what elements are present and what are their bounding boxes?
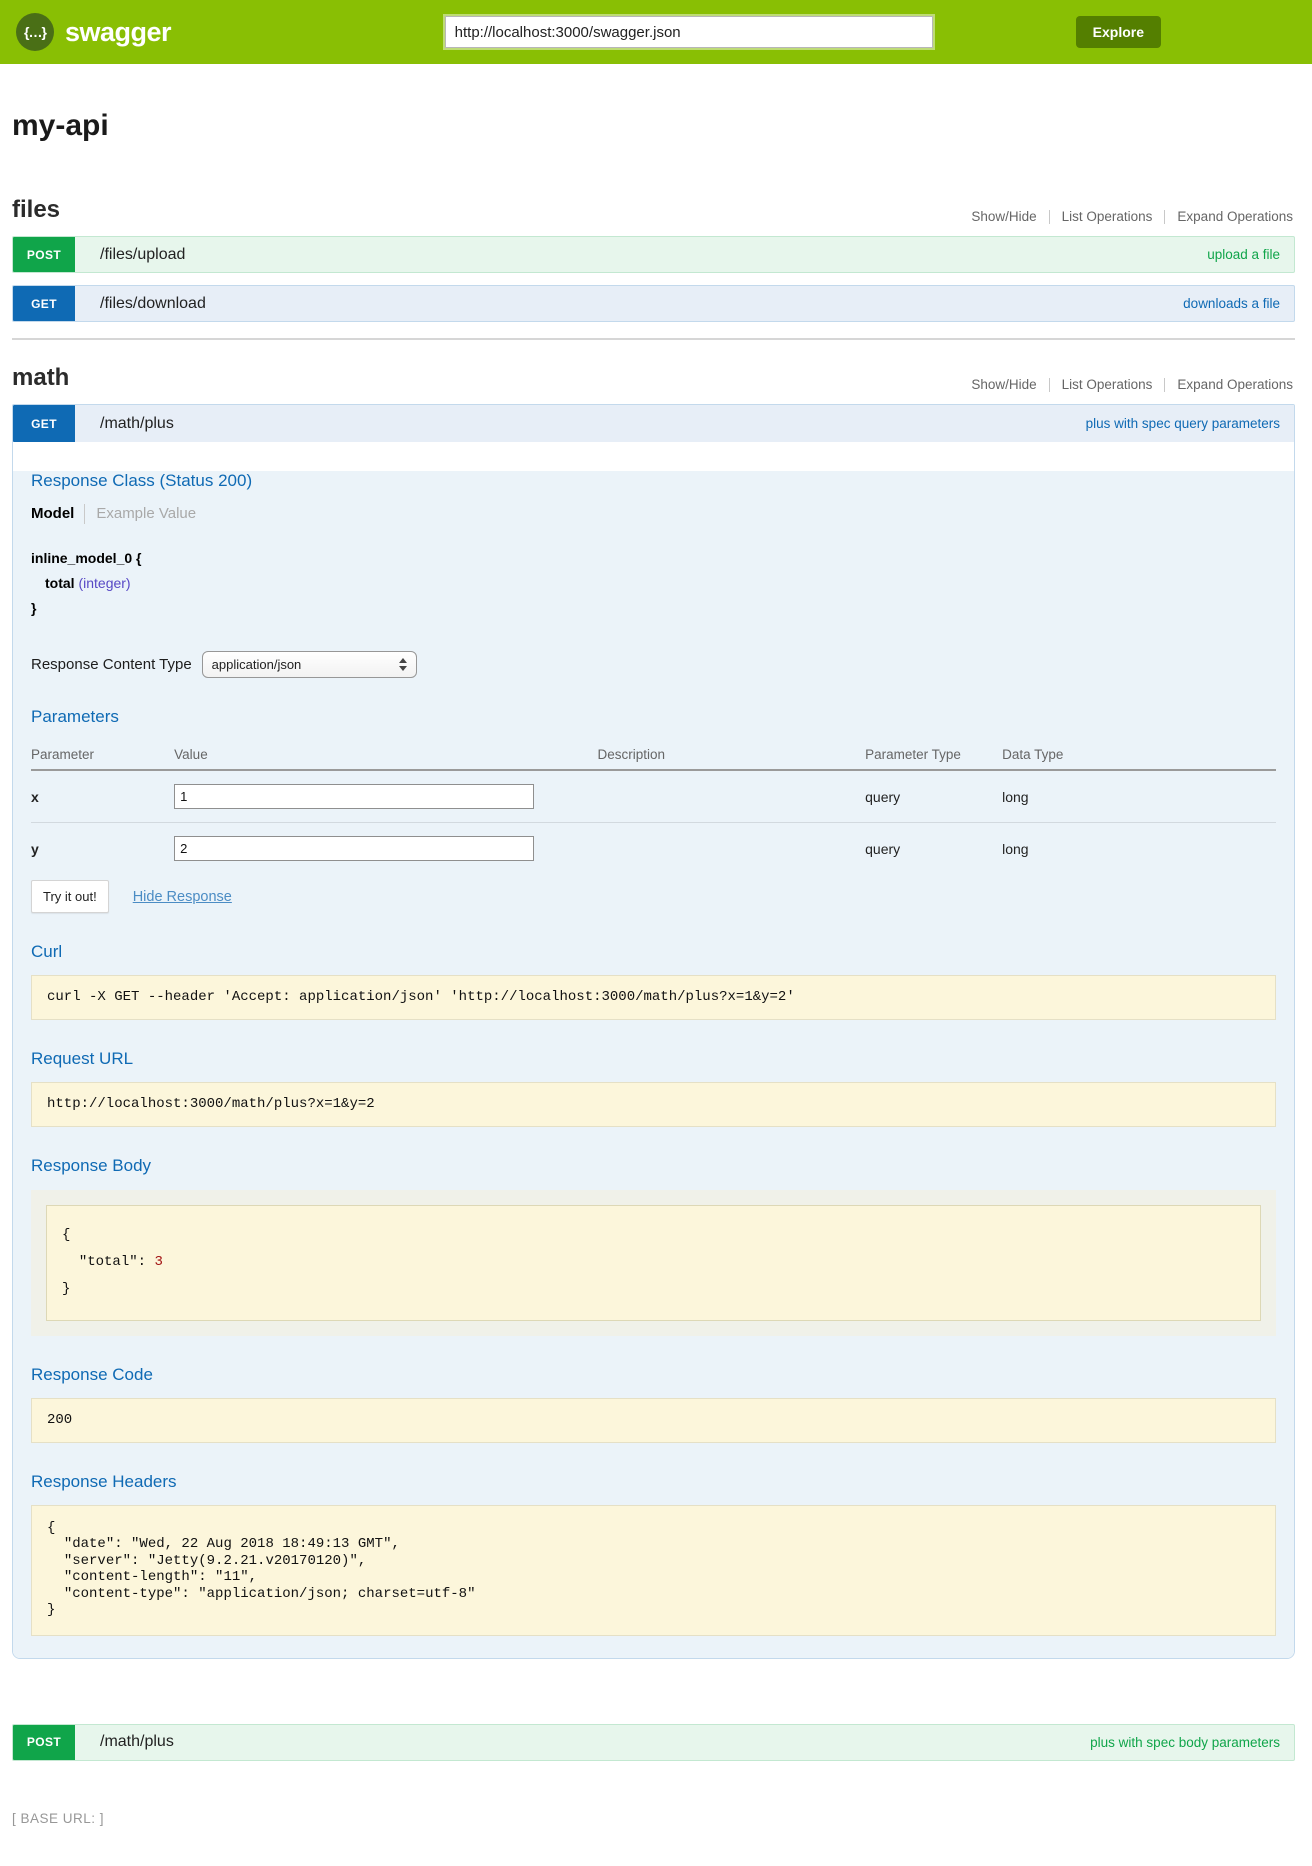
column-header-value: Value: [174, 739, 597, 770]
model-property-type: (integer): [78, 575, 130, 591]
column-header-parameter-type: Parameter Type: [865, 739, 1002, 770]
swagger-logo-icon: {…}: [16, 13, 54, 51]
request-url-value: http://localhost:3000/math/plus?x=1&y=2: [31, 1082, 1276, 1127]
operation-row-get-math-plus[interactable]: GET /math/plus plus with spec query para…: [13, 405, 1294, 442]
tab-model[interactable]: Model: [31, 504, 84, 524]
spec-url-input[interactable]: [445, 16, 933, 48]
parameter-data-type: long: [1002, 823, 1276, 875]
response-content-type-row: Response Content Type application/json: [31, 651, 1276, 678]
page-title: my-api: [12, 109, 1295, 143]
operation-summary-link[interactable]: downloads a file: [1169, 286, 1294, 321]
method-badge-get: GET: [13, 286, 75, 321]
selected-content-type: application/json: [212, 657, 399, 672]
operation-detail-panel: Response Class (Status 200) Model Exampl…: [13, 471, 1294, 1658]
response-class-heading: Response Class (Status 200): [31, 471, 1276, 491]
response-code-heading: Response Code: [31, 1365, 1276, 1385]
try-it-out-button[interactable]: Try it out!: [31, 880, 109, 913]
parameter-row-y: y query long: [31, 823, 1276, 875]
parameters-table: Parameter Value Description Parameter Ty…: [31, 739, 1276, 874]
json-number-value: 3: [154, 1254, 162, 1270]
parameter-name: x: [31, 770, 174, 823]
tab-example-value[interactable]: Example Value: [84, 504, 196, 524]
hide-response-link[interactable]: Hide Response: [133, 889, 232, 905]
section-divider: [12, 338, 1295, 340]
operation-path-link[interactable]: /files/upload: [75, 237, 1193, 272]
column-header-data-type: Data Type: [1002, 739, 1276, 770]
curl-heading: Curl: [31, 942, 1276, 962]
response-body-heading: Response Body: [31, 1156, 1276, 1176]
operation-path-link[interactable]: /files/download: [75, 286, 1169, 321]
parameter-y-input[interactable]: [174, 836, 534, 861]
model-property-name: total: [45, 575, 75, 591]
response-body-json: { "total": 3 }: [46, 1205, 1261, 1321]
method-badge-post: POST: [13, 237, 75, 272]
operation-path-link[interactable]: /math/plus: [75, 1725, 1076, 1760]
operation-row-post-math-plus[interactable]: POST /math/plus plus with spec body para…: [12, 1724, 1295, 1761]
parameter-type: query: [865, 770, 1002, 823]
parameter-row-x: x query long: [31, 770, 1276, 823]
response-content-type-label: Response Content Type: [31, 656, 192, 673]
operation-summary-link[interactable]: plus with spec query parameters: [1072, 405, 1294, 442]
expand-operations-link[interactable]: Expand Operations: [1164, 210, 1295, 224]
model-tabs: Model Example Value: [31, 504, 1276, 524]
method-badge-get: GET: [13, 405, 75, 442]
model-signature: inline_model_0 { total (integer) }: [31, 549, 1276, 617]
section-math: math Show/Hide List Operations Expand Op…: [12, 364, 1295, 1761]
section-files: files Show/Hide List Operations Expand O…: [12, 196, 1295, 322]
swagger-logo-text: swagger: [65, 17, 171, 48]
show-hide-link[interactable]: Show/Hide: [959, 210, 1048, 224]
base-url-label: [ BASE URL: ]: [12, 1811, 1295, 1826]
response-code-value: 200: [31, 1398, 1276, 1443]
operation-summary-link[interactable]: upload a file: [1193, 237, 1294, 272]
explore-button[interactable]: Explore: [1076, 16, 1161, 48]
curl-command: curl -X GET --header 'Accept: applicatio…: [31, 975, 1276, 1020]
section-math-controls: Show/Hide List Operations Expand Operati…: [959, 378, 1295, 392]
response-headers-json: { "date": "Wed, 22 Aug 2018 18:49:13 GMT…: [31, 1505, 1276, 1636]
header-bar: {…} swagger Explore: [0, 0, 1312, 64]
try-it-out-row: Try it out! Hide Response: [31, 880, 1276, 913]
operation-summary-link[interactable]: plus with spec body parameters: [1076, 1725, 1294, 1760]
operation-row-post-files-upload[interactable]: POST /files/upload upload a file: [12, 236, 1295, 273]
request-url-heading: Request URL: [31, 1049, 1276, 1069]
column-header-description: Description: [597, 739, 865, 770]
response-headers-heading: Response Headers: [31, 1472, 1276, 1492]
parameter-x-input[interactable]: [174, 784, 534, 809]
parameter-data-type: long: [1002, 770, 1276, 823]
method-badge-post: POST: [13, 1725, 75, 1760]
parameters-heading: Parameters: [31, 707, 1276, 727]
expanded-operation-get-math-plus: GET /math/plus plus with spec query para…: [12, 404, 1295, 1659]
list-operations-link[interactable]: List Operations: [1049, 210, 1165, 224]
list-operations-link[interactable]: List Operations: [1049, 378, 1165, 392]
operation-path-link[interactable]: /math/plus: [75, 405, 1072, 442]
parameter-description: [597, 770, 865, 823]
model-property: total (integer): [31, 574, 1276, 592]
section-files-controls: Show/Hide List Operations Expand Operati…: [959, 210, 1295, 224]
expand-operations-link[interactable]: Expand Operations: [1164, 378, 1295, 392]
parameter-name: y: [31, 823, 174, 875]
model-signature-open: inline_model_0 {: [31, 549, 1276, 567]
column-header-parameter: Parameter: [31, 739, 174, 770]
show-hide-link[interactable]: Show/Hide: [959, 378, 1048, 392]
model-signature-close: }: [31, 599, 1276, 617]
section-math-name: math: [12, 364, 69, 392]
parameter-type: query: [865, 823, 1002, 875]
response-content-type-select[interactable]: application/json: [202, 651, 417, 678]
response-body-container: { "total": 3 }: [31, 1190, 1276, 1336]
select-arrows-icon: [399, 658, 407, 671]
swagger-logo[interactable]: {…} swagger: [16, 13, 171, 51]
operation-row-get-files-download[interactable]: GET /files/download downloads a file: [12, 285, 1295, 322]
parameter-description: [597, 823, 865, 875]
json-key: "total": [79, 1254, 138, 1270]
page-body: my-api files Show/Hide List Operations E…: [0, 109, 1312, 1826]
section-files-name: files: [12, 196, 60, 224]
